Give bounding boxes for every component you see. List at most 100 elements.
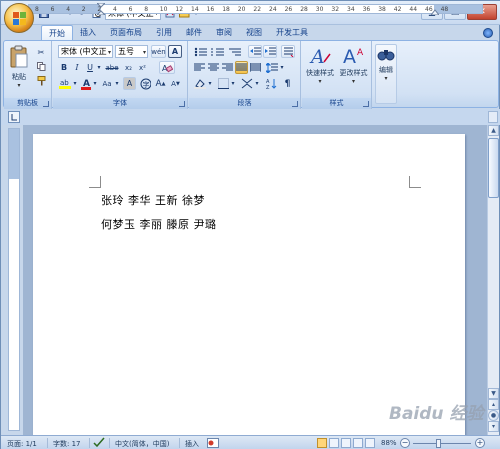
copy-icon[interactable] <box>35 60 47 73</box>
underline-dropdown-icon[interactable]: ▾ <box>96 61 102 74</box>
font-size-combo[interactable]: 五号 ▾ <box>115 45 148 58</box>
scrollbar-thumb[interactable] <box>488 138 499 198</box>
office-button[interactable] <box>4 3 34 33</box>
tab-references[interactable]: 引用 <box>149 25 179 40</box>
justify-icon[interactable] <box>235 61 248 74</box>
zoom-slider[interactable] <box>413 443 471 444</box>
dialog-launcher-icon[interactable] <box>179 101 185 107</box>
zoom-level[interactable]: 88% <box>381 439 397 447</box>
character-shading-button[interactable]: A <box>123 77 136 90</box>
subscript-button[interactable]: x₂ <box>122 61 135 74</box>
align-left-icon[interactable] <box>193 61 206 74</box>
indent-marker-icon[interactable] <box>97 3 105 15</box>
font-name-combo[interactable]: 宋体 (中文正 ▾ <box>58 45 113 58</box>
enclose-characters-button[interactable]: 字 <box>139 77 152 90</box>
format-painter-brush-icon[interactable] <box>35 74 47 87</box>
borders-dropdown-icon[interactable]: ▾ <box>230 77 236 90</box>
chevron-down-icon: ▾ <box>107 49 111 56</box>
tab-home[interactable]: 开始 <box>41 25 73 40</box>
insert-mode[interactable]: 插入 <box>185 439 199 449</box>
change-case-button[interactable]: Aa <box>100 77 114 90</box>
borders-icon[interactable] <box>216 77 230 90</box>
asian-layout-dropdown-icon[interactable]: ▾ <box>254 77 260 90</box>
ruler-number: 48 <box>440 6 449 13</box>
chinese-layout-icon[interactable] <box>281 45 295 58</box>
font-color-dropdown-icon[interactable]: ▾ <box>92 77 98 90</box>
previous-page-icon[interactable]: ▴ <box>488 399 499 410</box>
shrink-font-button[interactable]: A ▼ <box>169 77 182 90</box>
document-line-1[interactable]: 张玲 李华 王新 徐梦 <box>101 192 205 208</box>
highlight-dropdown-icon[interactable]: ▾ <box>72 77 78 90</box>
multilevel-list-icon[interactable] <box>227 45 243 58</box>
zoom-slider-thumb[interactable] <box>435 439 441 448</box>
dialog-launcher-icon[interactable] <box>43 101 49 107</box>
document-line-2[interactable]: 何梦玉 李丽 滕原 尹璐 <box>101 216 217 232</box>
cut-icon[interactable]: ✂ <box>35 46 47 59</box>
web-layout-view-button[interactable] <box>341 438 351 448</box>
dialog-launcher-icon[interactable] <box>292 101 298 107</box>
underline-button[interactable]: U <box>84 61 96 74</box>
language-indicator[interactable]: 中文(简体，中国) <box>115 439 169 449</box>
full-screen-reading-view-button[interactable] <box>329 438 339 448</box>
tab-mailings[interactable]: 邮件 <box>179 25 209 40</box>
print-layout-view-button[interactable] <box>317 438 327 448</box>
change-case-dropdown-icon[interactable]: ▾ <box>114 77 120 90</box>
change-styles-button[interactable]: AA 更改样式 ▾ <box>337 44 370 88</box>
tab-insert[interactable]: 插入 <box>73 25 103 40</box>
strikethrough-button[interactable]: abe <box>104 61 120 74</box>
word-count[interactable]: 字数: 17 <box>53 439 81 449</box>
numbering-icon[interactable] <box>210 45 226 58</box>
page-count[interactable]: 页面: 1/1 <box>7 439 37 449</box>
superscript-button[interactable]: x² <box>136 61 149 74</box>
view-ruler-icon[interactable] <box>488 111 498 123</box>
page[interactable]: 张玲 李华 王新 徐梦 何梦玉 李丽 滕原 尹璐 <box>33 134 465 435</box>
outline-view-button[interactable] <box>353 438 363 448</box>
highlight-button[interactable]: ab <box>58 77 72 90</box>
phonetic-guide-button[interactable]: wén <box>151 45 166 58</box>
scroll-up-icon[interactable]: ▲ <box>488 125 499 136</box>
font-color-button[interactable]: A <box>80 77 92 90</box>
svg-text:A: A <box>357 48 364 58</box>
paste-button[interactable]: 粘贴 ▾ <box>8 44 30 89</box>
help-icon[interactable] <box>483 28 493 38</box>
vertical-ruler[interactable] <box>8 128 20 431</box>
clear-formatting-icon[interactable]: A <box>159 61 175 74</box>
horizontal-ruler[interactable]: 8 6 4 2 2 4 6 8 10 12 14 16 18 20 22 24 26 28 30 32 34 36 38 42… <box>28 3 483 15</box>
select-browse-object-icon[interactable]: ● <box>488 410 499 421</box>
decrease-indent-icon[interactable] <box>248 45 262 58</box>
line-spacing-dropdown-icon[interactable]: ▾ <box>279 61 285 74</box>
grow-font-button[interactable]: A ▲ <box>154 77 167 90</box>
italic-button[interactable]: I <box>71 61 83 74</box>
zoom-out-icon[interactable]: − <box>400 438 410 448</box>
ruler-number: 14 <box>191 6 199 13</box>
scroll-down-icon[interactable]: ▼ <box>488 388 499 399</box>
tab-selector-icon[interactable] <box>8 111 20 123</box>
character-border-button[interactable]: A <box>168 45 182 58</box>
line-spacing-icon[interactable] <box>265 61 279 74</box>
vertical-scrollbar[interactable]: ▲ ▼ ▴ ● ▾ <box>487 125 499 435</box>
macro-recording-icon[interactable] <box>207 438 219 449</box>
shading-dropdown-icon[interactable]: ▾ <box>207 77 213 90</box>
draft-view-button[interactable] <box>365 438 375 448</box>
tab-developer[interactable]: 开发工具 <box>269 25 315 40</box>
tab-review[interactable]: 审阅 <box>209 25 239 40</box>
dialog-launcher-icon[interactable] <box>363 101 369 107</box>
bullets-icon[interactable] <box>193 45 209 58</box>
align-right-icon[interactable] <box>221 61 234 74</box>
sort-icon[interactable]: AZ <box>265 77 278 90</box>
zoom-in-icon[interactable]: + <box>475 438 485 448</box>
show-paragraph-marks-icon[interactable]: ¶ <box>281 77 294 90</box>
tab-page-layout[interactable]: 页面布局 <box>103 25 149 40</box>
align-center-icon[interactable] <box>207 61 220 74</box>
distributed-icon[interactable] <box>249 61 262 74</box>
editing-button[interactable]: 编辑 ▾ <box>375 44 397 104</box>
tab-view[interactable]: 视图 <box>239 25 269 40</box>
shading-icon[interactable] <box>193 77 207 90</box>
asian-layout-icon[interactable] <box>240 77 254 90</box>
next-page-icon[interactable]: ▾ <box>488 421 499 432</box>
right-indent-marker-icon[interactable] <box>431 9 439 15</box>
proofing-icon[interactable] <box>93 437 105 449</box>
quick-styles-button[interactable]: A 快速样式 ▾ <box>304 44 336 88</box>
increase-indent-icon[interactable] <box>263 45 277 58</box>
bold-button[interactable]: B <box>58 61 70 74</box>
